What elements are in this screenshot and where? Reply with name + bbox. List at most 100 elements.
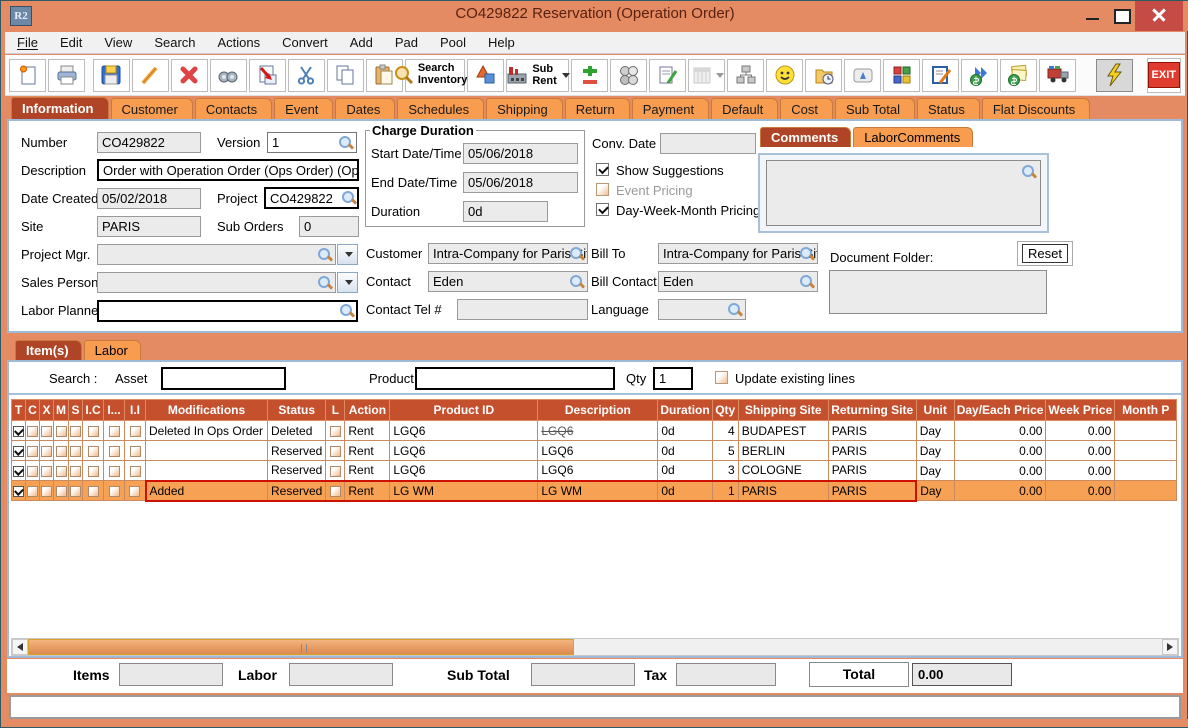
- col-header[interactable]: L: [326, 400, 345, 421]
- print-button[interactable]: [48, 59, 85, 92]
- contact-field[interactable]: Eden: [428, 271, 588, 292]
- tab-event[interactable]: Event: [274, 98, 333, 120]
- row-check-ic[interactable]: [88, 446, 99, 457]
- labor-planner-field[interactable]: [97, 300, 358, 322]
- project-mgr-dropdown-button[interactable]: [337, 244, 358, 265]
- row-check-ic[interactable]: [88, 486, 99, 497]
- inventory-blocks-button[interactable]: [883, 59, 920, 92]
- description-field[interactable]: Order with Operation Order (Ops Order) (…: [97, 159, 359, 181]
- col-header[interactable]: I...: [104, 400, 125, 421]
- row-check-i[interactable]: [109, 446, 120, 457]
- search-icon[interactable]: [570, 247, 584, 261]
- new-order-button[interactable]: [9, 59, 46, 92]
- row-check-l[interactable]: [330, 466, 341, 477]
- customer-smiley-button[interactable]: [766, 59, 803, 92]
- qty-input[interactable]: 1: [653, 367, 693, 390]
- menu-edit[interactable]: Edit: [60, 35, 82, 50]
- chevron-down-icon[interactable]: [562, 73, 570, 78]
- row-check-ic[interactable]: [88, 466, 99, 477]
- row-check-l[interactable]: [330, 486, 341, 497]
- close-button[interactable]: [1135, 1, 1183, 31]
- table-row[interactable]: Deleted In Ops Order Deleted Rent LGQ6 L…: [12, 421, 1177, 441]
- tab-flat-discounts[interactable]: Flat Discounts: [982, 98, 1090, 120]
- row-check-ic[interactable]: [88, 426, 99, 437]
- scroll-left-button[interactable]: [12, 639, 28, 655]
- row-check-s[interactable]: [70, 446, 81, 457]
- version-field[interactable]: 1: [267, 132, 357, 153]
- col-header[interactable]: M: [54, 400, 69, 421]
- scroll-right-button[interactable]: [1162, 639, 1178, 655]
- col-header-duration[interactable]: Duration: [658, 400, 712, 421]
- payment-forward-button[interactable]: [961, 59, 998, 92]
- menu-help[interactable]: Help: [488, 35, 515, 50]
- shipping-truck-button[interactable]: [1039, 59, 1076, 92]
- col-header[interactable]: S: [69, 400, 83, 421]
- bill-contact-field[interactable]: Eden: [658, 271, 818, 292]
- update-existing-lines-checkbox[interactable]: [715, 371, 728, 384]
- row-check-s[interactable]: [70, 426, 81, 437]
- document-folder-field[interactable]: [829, 270, 1047, 314]
- tab-information[interactable]: Information: [11, 97, 109, 120]
- tab-items[interactable]: Item(s): [15, 340, 82, 360]
- col-header-returning-site[interactable]: Returning Site: [828, 400, 916, 421]
- col-header-description[interactable]: Description: [538, 400, 658, 421]
- row-check-m[interactable]: [56, 446, 67, 457]
- search-icon[interactable]: [342, 191, 356, 205]
- chevron-down-icon[interactable]: [716, 73, 724, 78]
- row-check-m[interactable]: [56, 486, 67, 497]
- exit-button[interactable]: EXIT: [1147, 58, 1181, 93]
- export-button[interactable]: [249, 59, 286, 92]
- tab-dates[interactable]: Dates: [335, 98, 395, 120]
- tab-sub-total[interactable]: Sub Total: [835, 98, 915, 120]
- show-suggestions-checkbox[interactable]: [596, 163, 609, 176]
- tab-return[interactable]: Return: [565, 98, 630, 120]
- tab-labor-comments[interactable]: LaborComments: [853, 127, 973, 147]
- notes-button[interactable]: [649, 59, 686, 92]
- col-header-status[interactable]: Status: [268, 400, 326, 421]
- project-mgr-field[interactable]: [97, 244, 336, 265]
- menu-file[interactable]: File: [17, 35, 38, 50]
- table-row[interactable]: Reserved Rent LGQ6 LGQ6 0d 3 COLOGNE PAR…: [12, 461, 1177, 481]
- row-check-t[interactable]: [13, 466, 24, 477]
- sales-person-dropdown-button[interactable]: [337, 272, 358, 293]
- site-field[interactable]: PARIS: [97, 216, 201, 237]
- col-header-action[interactable]: Action: [345, 400, 390, 421]
- menu-add[interactable]: Add: [350, 35, 373, 50]
- row-check-c[interactable]: [27, 446, 38, 457]
- tab-labor[interactable]: Labor: [84, 340, 141, 360]
- col-header-product-id[interactable]: Product ID: [390, 400, 538, 421]
- table-row[interactable]: Reserved Rent LGQ6 LGQ6 0d 5 BERLIN PARI…: [12, 441, 1177, 461]
- product-search-input[interactable]: [415, 367, 615, 390]
- delete-button[interactable]: [171, 59, 208, 92]
- row-check-s[interactable]: [70, 466, 81, 477]
- tab-customer[interactable]: Customer: [111, 98, 193, 120]
- menu-pool[interactable]: Pool: [440, 35, 466, 50]
- search-icon[interactable]: [1022, 165, 1036, 179]
- row-check-x[interactable]: [41, 426, 52, 437]
- sub-rent-button[interactable]: Sub Rent: [506, 59, 569, 92]
- reset-button[interactable]: Reset: [1022, 244, 1068, 263]
- contact-tel-field[interactable]: [457, 299, 588, 320]
- row-check-ii[interactable]: [129, 486, 140, 497]
- group-query-button[interactable]: [610, 59, 647, 92]
- tab-schedules[interactable]: Schedules: [397, 98, 484, 120]
- row-check-x[interactable]: [41, 446, 52, 457]
- col-header-modifications[interactable]: Modifications: [146, 400, 268, 421]
- date-created-field[interactable]: 05/02/2018: [97, 188, 201, 209]
- duration-field[interactable]: 0d: [463, 201, 548, 222]
- menu-convert[interactable]: Convert: [282, 35, 328, 50]
- menu-view[interactable]: View: [104, 35, 132, 50]
- org-chart-button[interactable]: [727, 59, 764, 92]
- horizontal-scrollbar[interactable]: [11, 638, 1179, 656]
- search-inventory-button[interactable]: Search Inventory: [405, 59, 465, 92]
- comments-textarea[interactable]: [766, 160, 1041, 226]
- row-check-s[interactable]: [70, 486, 81, 497]
- row-check-c[interactable]: [27, 466, 38, 477]
- col-header[interactable]: X: [40, 400, 54, 421]
- edit-button[interactable]: [132, 59, 169, 92]
- shortcut-key-button[interactable]: [844, 59, 881, 92]
- sub-orders-field[interactable]: 0: [299, 216, 359, 237]
- row-check-ii[interactable]: [130, 446, 141, 457]
- tab-contacts[interactable]: Contacts: [195, 98, 272, 120]
- language-field[interactable]: [658, 299, 746, 320]
